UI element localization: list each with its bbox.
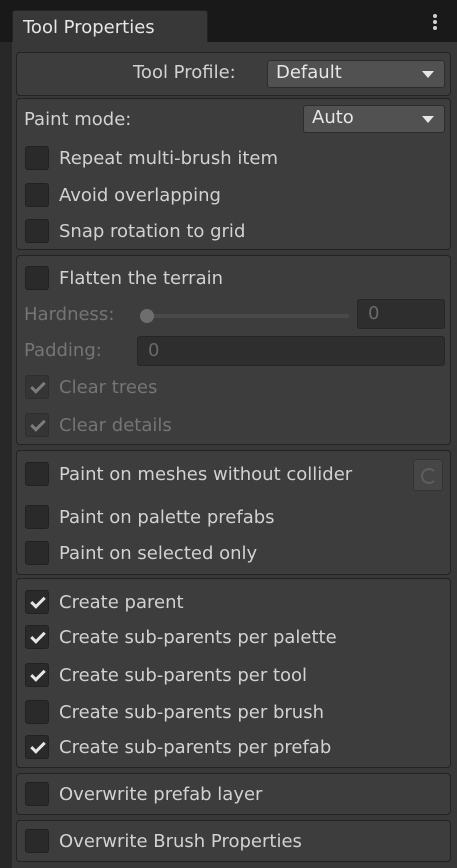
- avoid-overlapping-label: Avoid overlapping: [59, 184, 221, 206]
- overwrite-layer-label: Overwrite prefab layer: [59, 783, 263, 805]
- padding-label: Padding:: [24, 340, 102, 361]
- create-parent-row[interactable]: Create parent: [25, 587, 184, 617]
- tool-profile-label: Tool Profile:: [133, 62, 236, 83]
- snap-rotation-checkbox[interactable]: [25, 219, 49, 243]
- snap-rotation-label: Snap rotation to grid: [59, 220, 246, 242]
- paint-group: Paint mode: Auto Repeat multi-brush item…: [16, 98, 451, 250]
- tab-bar: Tool Properties: [0, 0, 457, 42]
- paint-palette-prefabs-label: Paint on palette prefabs: [59, 506, 275, 528]
- repeat-multi-brush-label: Repeat multi-brush item: [59, 147, 278, 169]
- flatten-terrain-label: Flatten the terrain: [59, 267, 224, 289]
- paint-selected-only-label: Paint on selected only: [59, 542, 258, 564]
- clear-trees-row[interactable]: Clear trees: [25, 372, 157, 402]
- flatten-terrain-row[interactable]: Flatten the terrain: [25, 263, 223, 293]
- create-parent-checkbox[interactable]: [25, 590, 49, 614]
- clear-trees-label: Clear trees: [59, 376, 158, 398]
- paint-selected-only-row[interactable]: Paint on selected only: [25, 538, 257, 568]
- sub-parents-tool-row[interactable]: Create sub-parents per tool: [25, 660, 307, 690]
- layer-group: Overwrite prefab layer: [16, 773, 451, 815]
- sub-parents-prefab-label: Create sub-parents per prefab: [59, 736, 332, 758]
- paint-mode-value: Auto: [312, 107, 354, 128]
- hardness-slider-track[interactable]: [145, 314, 349, 318]
- repeat-multi-brush-row[interactable]: Repeat multi-brush item: [25, 143, 278, 173]
- parent-group: Create parent Create sub-parents per pal…: [16, 578, 451, 768]
- sub-parents-brush-checkbox[interactable]: [25, 700, 49, 724]
- sub-parents-prefab-checkbox[interactable]: [25, 735, 49, 759]
- clear-details-row[interactable]: Clear details: [25, 410, 172, 440]
- flatten-terrain-checkbox[interactable]: [25, 266, 49, 290]
- paint-meshes-label: Paint on meshes without collider: [59, 463, 353, 485]
- hardness-value: 0: [368, 303, 380, 324]
- tool-profile-dropdown[interactable]: Default: [267, 60, 445, 88]
- overwrite-layer-row[interactable]: Overwrite prefab layer: [25, 779, 262, 809]
- paint-palette-prefabs-checkbox[interactable]: [25, 505, 49, 529]
- sub-parents-palette-row[interactable]: Create sub-parents per palette: [25, 622, 337, 652]
- paint-mode-dropdown[interactable]: Auto: [303, 105, 445, 133]
- paint-meshes-row[interactable]: Paint on meshes without collider: [25, 459, 352, 489]
- sub-parents-palette-checkbox[interactable]: [25, 625, 49, 649]
- sub-parents-tool-checkbox[interactable]: [25, 663, 49, 687]
- avoid-overlapping-row[interactable]: Avoid overlapping: [25, 180, 221, 210]
- clear-trees-checkbox[interactable]: [25, 375, 49, 399]
- tool-properties-window: Tool Properties Tool Profile: Default Pa…: [0, 0, 457, 868]
- panel-content: Tool Profile: Default Paint mode: Auto R…: [12, 42, 457, 868]
- vertical-dots-icon[interactable]: [428, 12, 442, 34]
- tab-tool-properties[interactable]: Tool Properties: [12, 10, 208, 42]
- overwrite-layer-checkbox[interactable]: [25, 782, 49, 806]
- brush-group: Overwrite Brush Properties: [16, 820, 451, 862]
- clear-details-checkbox[interactable]: [25, 413, 49, 437]
- hardness-field[interactable]: 0: [357, 299, 445, 329]
- overwrite-brush-label: Overwrite Brush Properties: [59, 830, 302, 852]
- tab-title: Tool Properties: [23, 17, 155, 38]
- tool-profile-value: Default: [276, 62, 342, 83]
- paint-palette-prefabs-row[interactable]: Paint on palette prefabs: [25, 502, 275, 532]
- sub-parents-brush-row[interactable]: Create sub-parents per brush: [25, 697, 324, 727]
- mesh-group: Paint on meshes without collider Paint o…: [16, 450, 451, 575]
- padding-field[interactable]: 0: [137, 336, 445, 366]
- chevron-down-icon: [422, 116, 434, 123]
- sub-parents-palette-label: Create sub-parents per palette: [59, 626, 337, 648]
- avoid-overlapping-checkbox[interactable]: [25, 183, 49, 207]
- paint-selected-only-checkbox[interactable]: [25, 541, 49, 565]
- refresh-button[interactable]: [413, 459, 443, 491]
- refresh-icon: [421, 468, 437, 484]
- sub-parents-tool-label: Create sub-parents per tool: [59, 664, 308, 686]
- overwrite-brush-row[interactable]: Overwrite Brush Properties: [25, 826, 302, 856]
- create-parent-label: Create parent: [59, 591, 184, 613]
- snap-rotation-row[interactable]: Snap rotation to grid: [25, 216, 245, 246]
- clear-details-label: Clear details: [59, 414, 172, 436]
- sub-parents-brush-label: Create sub-parents per brush: [59, 701, 324, 723]
- repeat-multi-brush-checkbox[interactable]: [25, 146, 49, 170]
- hardness-slider-thumb[interactable]: [140, 309, 154, 323]
- profile-group: Tool Profile: Default: [16, 52, 451, 96]
- paint-meshes-checkbox[interactable]: [25, 462, 49, 486]
- overwrite-brush-checkbox[interactable]: [25, 829, 49, 853]
- paint-mode-label: Paint mode:: [24, 109, 132, 130]
- chevron-down-icon: [422, 71, 434, 78]
- sub-parents-prefab-row[interactable]: Create sub-parents per prefab: [25, 732, 331, 762]
- padding-value: 0: [148, 340, 160, 361]
- terrain-group: Flatten the terrain Hardness: 0 Padding:…: [16, 255, 451, 445]
- hardness-label: Hardness:: [24, 304, 115, 325]
